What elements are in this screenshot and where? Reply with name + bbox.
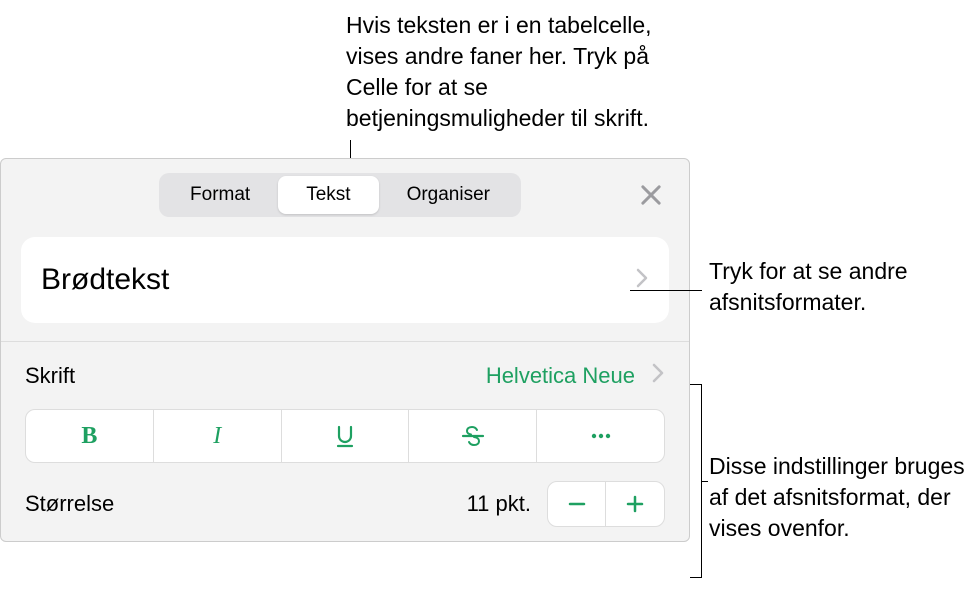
- tabs-row: Format Tekst Organiser: [1, 159, 689, 227]
- callout-leader-line: [702, 481, 708, 482]
- bold-icon: B: [81, 423, 97, 450]
- plus-icon: [624, 493, 646, 515]
- minus-icon: [566, 493, 588, 515]
- font-size-row: Størrelse 11 pkt.: [1, 477, 689, 531]
- chevron-right-icon: [651, 362, 665, 389]
- underline-button[interactable]: [282, 410, 410, 462]
- italic-button[interactable]: I: [154, 410, 282, 462]
- size-increase-button[interactable]: [606, 482, 664, 526]
- callout-right-1: Tryk for at se andre afsnitsformater.: [709, 256, 974, 318]
- underline-icon: [332, 423, 358, 449]
- size-decrease-button[interactable]: [548, 482, 606, 526]
- format-panel: Format Tekst Organiser Brødtekst Skrift …: [0, 158, 690, 542]
- more-icon: [588, 423, 614, 449]
- strikethrough-button[interactable]: [409, 410, 537, 462]
- font-picker-row[interactable]: Skrift Helvetica Neue: [1, 342, 689, 405]
- italic-icon: I: [213, 423, 221, 450]
- size-value: 11 pkt.: [467, 491, 531, 517]
- close-button[interactable]: [637, 181, 665, 209]
- callout-bracket: [690, 384, 702, 578]
- size-stepper: [547, 481, 665, 527]
- size-label: Størrelse: [25, 491, 114, 517]
- tab-format[interactable]: Format: [162, 176, 278, 214]
- segmented-control: Format Tekst Organiser: [159, 173, 521, 217]
- close-icon: [637, 181, 665, 209]
- tab-organize[interactable]: Organiser: [379, 176, 518, 214]
- paragraph-style-label: Brødtekst: [41, 263, 169, 297]
- paragraph-style-picker[interactable]: Brødtekst: [21, 237, 669, 323]
- font-value: Helvetica Neue: [486, 363, 635, 389]
- text-style-button-group: B I: [25, 409, 665, 463]
- font-label: Skrift: [25, 363, 75, 389]
- strikethrough-icon: [460, 423, 486, 449]
- bold-button[interactable]: B: [26, 410, 154, 462]
- tab-text[interactable]: Tekst: [278, 176, 378, 214]
- callout-leader-line: [630, 290, 702, 291]
- callout-right-2: Disse indstillinger bruges af det afsnit…: [709, 451, 974, 544]
- callout-top: Hvis teksten er i en tabelcelle, vises a…: [346, 10, 686, 134]
- more-options-button[interactable]: [537, 410, 664, 462]
